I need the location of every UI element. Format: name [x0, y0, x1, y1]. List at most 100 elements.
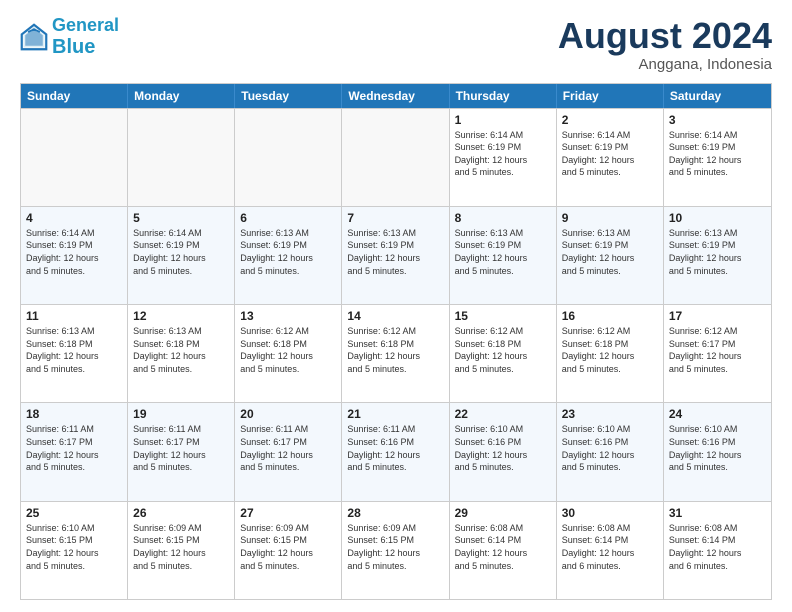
- day-cell-9: 9 Sunrise: 6:13 AM Sunset: 6:19 PM Daylig…: [557, 207, 664, 304]
- empty-cell: [21, 109, 128, 206]
- day-info: Sunrise: 6:13 AM Sunset: 6:19 PM Dayligh…: [669, 227, 766, 277]
- day-number: 26: [133, 506, 229, 520]
- day-number: 3: [669, 113, 766, 127]
- day-info: Sunrise: 6:11 AM Sunset: 6:17 PM Dayligh…: [26, 423, 122, 473]
- day-info: Sunrise: 6:10 AM Sunset: 6:16 PM Dayligh…: [455, 423, 551, 473]
- header-day-thursday: Thursday: [450, 84, 557, 108]
- header-day-friday: Friday: [557, 84, 664, 108]
- day-cell-2: 2Sunrise: 6:14 AM Sunset: 6:19 PM Daylig…: [557, 109, 664, 206]
- week-row-1: 4 Sunrise: 6:14 AM Sunset: 6:19 PM Daylig…: [21, 206, 771, 304]
- day-number: 20: [240, 407, 336, 421]
- day-cell-20: 20 Sunrise: 6:11 AM Sunset: 6:17 PM Dayli…: [235, 403, 342, 500]
- day-info: Sunrise: 6:11 AM Sunset: 6:17 PM Dayligh…: [240, 423, 336, 473]
- empty-cell: [128, 109, 235, 206]
- day-info: Sunrise: 6:13 AM Sunset: 6:19 PM Dayligh…: [562, 227, 658, 277]
- day-cell-8: 8Sunrise: 6:13 AM Sunset: 6:19 PM Daylig…: [450, 207, 557, 304]
- day-number: 18: [26, 407, 122, 421]
- day-info: Sunrise: 6:12 AM Sunset: 6:18 PM Dayligh…: [562, 325, 658, 375]
- day-cell-24: 24Sunrise: 6:10 AM Sunset: 6:16 PM Dayli…: [664, 403, 771, 500]
- day-number: 14: [347, 309, 443, 323]
- day-number: 2: [562, 113, 658, 127]
- day-number: 25: [26, 506, 122, 520]
- day-number: 9: [562, 211, 658, 225]
- day-info: Sunrise: 6:12 AM Sunset: 6:17 PM Dayligh…: [669, 325, 766, 375]
- day-cell-29: 29 Sunrise: 6:08 AM Sunset: 6:14 PM Dayli…: [450, 502, 557, 599]
- day-number: 4: [26, 211, 122, 225]
- header-day-tuesday: Tuesday: [235, 84, 342, 108]
- day-cell-7: 7 Sunrise: 6:13 AM Sunset: 6:19 PM Daylig…: [342, 207, 449, 304]
- day-info: Sunrise: 6:11 AM Sunset: 6:17 PM Dayligh…: [133, 423, 229, 473]
- day-info: Sunrise: 6:08 AM Sunset: 6:14 PM Dayligh…: [455, 522, 551, 572]
- day-number: 19: [133, 407, 229, 421]
- empty-cell: [342, 109, 449, 206]
- day-number: 7: [347, 211, 443, 225]
- day-number: 31: [669, 506, 766, 520]
- day-info: Sunrise: 6:10 AM Sunset: 6:15 PM Dayligh…: [26, 522, 122, 572]
- day-cell-18: 18 Sunrise: 6:11 AM Sunset: 6:17 PM Dayli…: [21, 403, 128, 500]
- header-day-saturday: Saturday: [664, 84, 771, 108]
- day-number: 22: [455, 407, 551, 421]
- day-cell-17: 17 Sunrise: 6:12 AM Sunset: 6:17 PM Dayli…: [664, 305, 771, 402]
- day-info: Sunrise: 6:13 AM Sunset: 6:19 PM Dayligh…: [347, 227, 443, 277]
- day-cell-12: 12Sunrise: 6:13 AM Sunset: 6:18 PM Dayli…: [128, 305, 235, 402]
- day-info: Sunrise: 6:09 AM Sunset: 6:15 PM Dayligh…: [347, 522, 443, 572]
- calendar-header: SundayMondayTuesdayWednesdayThursdayFrid…: [21, 84, 771, 108]
- week-row-3: 18 Sunrise: 6:11 AM Sunset: 6:17 PM Dayli…: [21, 402, 771, 500]
- day-number: 17: [669, 309, 766, 323]
- day-cell-1: 1 Sunrise: 6:14 AM Sunset: 6:19 PM Daylig…: [450, 109, 557, 206]
- day-cell-10: 10 Sunrise: 6:13 AM Sunset: 6:19 PM Dayli…: [664, 207, 771, 304]
- day-cell-25: 25 Sunrise: 6:10 AM Sunset: 6:15 PM Dayli…: [21, 502, 128, 599]
- day-cell-13: 13Sunrise: 6:12 AM Sunset: 6:18 PM Dayli…: [235, 305, 342, 402]
- day-number: 28: [347, 506, 443, 520]
- header-day-sunday: Sunday: [21, 84, 128, 108]
- day-number: 29: [455, 506, 551, 520]
- week-row-2: 11Sunrise: 6:13 AM Sunset: 6:18 PM Dayli…: [21, 304, 771, 402]
- day-info: Sunrise: 6:12 AM Sunset: 6:18 PM Dayligh…: [455, 325, 551, 375]
- title-block: August 2024 Anggana, Indonesia: [558, 16, 772, 73]
- header-day-wednesday: Wednesday: [342, 84, 449, 108]
- day-cell-21: 21 Sunrise: 6:11 AM Sunset: 6:16 PM Dayli…: [342, 403, 449, 500]
- location: Anggana, Indonesia: [558, 56, 772, 73]
- day-info: Sunrise: 6:11 AM Sunset: 6:16 PM Dayligh…: [347, 423, 443, 473]
- day-cell-3: 3 Sunrise: 6:14 AM Sunset: 6:19 PM Daylig…: [664, 109, 771, 206]
- day-info: Sunrise: 6:08 AM Sunset: 6:14 PM Dayligh…: [669, 522, 766, 572]
- day-cell-16: 16 Sunrise: 6:12 AM Sunset: 6:18 PM Dayli…: [557, 305, 664, 402]
- day-number: 5: [133, 211, 229, 225]
- logo-blue: Blue: [52, 36, 95, 58]
- day-cell-22: 22 Sunrise: 6:10 AM Sunset: 6:16 PM Dayli…: [450, 403, 557, 500]
- calendar-body: 1 Sunrise: 6:14 AM Sunset: 6:19 PM Daylig…: [21, 108, 771, 599]
- day-info: Sunrise: 6:14 AM Sunset: 6:19 PM Dayligh…: [455, 129, 551, 179]
- day-info: Sunrise: 6:13 AM Sunset: 6:19 PM Dayligh…: [240, 227, 336, 277]
- day-number: 1: [455, 113, 551, 127]
- day-cell-30: 30Sunrise: 6:08 AM Sunset: 6:14 PM Dayli…: [557, 502, 664, 599]
- calendar: SundayMondayTuesdayWednesdayThursdayFrid…: [20, 83, 772, 600]
- day-info: Sunrise: 6:10 AM Sunset: 6:16 PM Dayligh…: [669, 423, 766, 473]
- day-number: 21: [347, 407, 443, 421]
- day-cell-4: 4 Sunrise: 6:14 AM Sunset: 6:19 PM Daylig…: [21, 207, 128, 304]
- day-number: 6: [240, 211, 336, 225]
- logo-text: General Blue: [52, 16, 119, 58]
- day-info: Sunrise: 6:13 AM Sunset: 6:19 PM Dayligh…: [455, 227, 551, 277]
- day-cell-11: 11Sunrise: 6:13 AM Sunset: 6:18 PM Dayli…: [21, 305, 128, 402]
- day-info: Sunrise: 6:08 AM Sunset: 6:14 PM Dayligh…: [562, 522, 658, 572]
- day-number: 27: [240, 506, 336, 520]
- day-cell-19: 19 Sunrise: 6:11 AM Sunset: 6:17 PM Dayli…: [128, 403, 235, 500]
- day-cell-23: 23 Sunrise: 6:10 AM Sunset: 6:16 PM Dayli…: [557, 403, 664, 500]
- logo-general: General: [52, 15, 119, 35]
- logo: General Blue: [20, 16, 119, 58]
- day-cell-31: 31 Sunrise: 6:08 AM Sunset: 6:14 PM Dayli…: [664, 502, 771, 599]
- day-info: Sunrise: 6:14 AM Sunset: 6:19 PM Dayligh…: [669, 129, 766, 179]
- day-cell-26: 26Sunrise: 6:09 AM Sunset: 6:15 PM Dayli…: [128, 502, 235, 599]
- day-info: Sunrise: 6:10 AM Sunset: 6:16 PM Dayligh…: [562, 423, 658, 473]
- day-number: 23: [562, 407, 658, 421]
- day-cell-15: 15Sunrise: 6:12 AM Sunset: 6:18 PM Dayli…: [450, 305, 557, 402]
- day-cell-5: 5Sunrise: 6:14 AM Sunset: 6:19 PM Daylig…: [128, 207, 235, 304]
- day-info: Sunrise: 6:09 AM Sunset: 6:15 PM Dayligh…: [240, 522, 336, 572]
- week-row-0: 1 Sunrise: 6:14 AM Sunset: 6:19 PM Daylig…: [21, 108, 771, 206]
- day-number: 16: [562, 309, 658, 323]
- day-info: Sunrise: 6:14 AM Sunset: 6:19 PM Dayligh…: [26, 227, 122, 277]
- day-number: 10: [669, 211, 766, 225]
- day-cell-6: 6 Sunrise: 6:13 AM Sunset: 6:19 PM Daylig…: [235, 207, 342, 304]
- day-cell-14: 14Sunrise: 6:12 AM Sunset: 6:18 PM Dayli…: [342, 305, 449, 402]
- day-number: 12: [133, 309, 229, 323]
